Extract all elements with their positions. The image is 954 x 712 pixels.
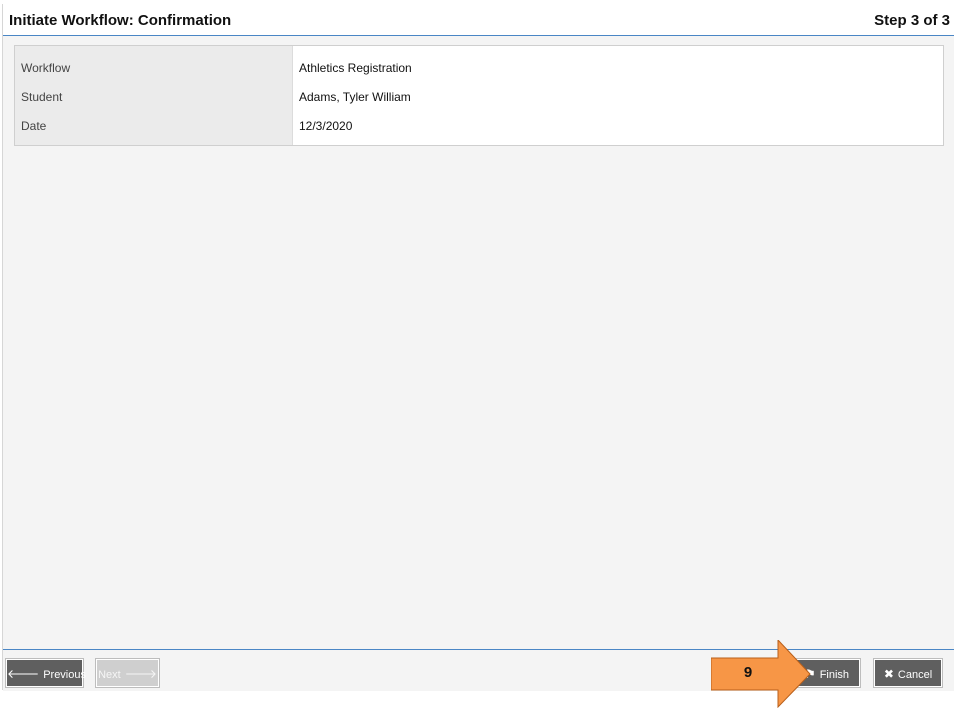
- callout-number: 9: [743, 664, 753, 681]
- page-title: Initiate Workflow: Confirmation: [9, 12, 232, 29]
- dialog-header: Initiate Workflow: Confirmation Step 3 o…: [3, 4, 954, 36]
- previous-button[interactable]: 🡐 Previous: [6, 659, 86, 687]
- workflow-value: Athletics Registration: [299, 61, 412, 75]
- step-indicator: Step 3 of 3: [874, 12, 950, 29]
- dialog-footer: 🡐Previous Next🡒 ⚑Finish ✖Cancel: [3, 649, 954, 691]
- workflow-label: Workflow: [21, 61, 71, 75]
- next-button-label: Next: [98, 669, 121, 681]
- workflow-dialog: Initiate Workflow: Confirmation Step 3 o…: [2, 4, 954, 691]
- confirmation-details: Workflow Athletics Registration Student …: [14, 45, 944, 146]
- cancel-button-label: Cancel: [897, 669, 933, 681]
- previous-button-label: Previous: [43, 669, 86, 681]
- student-value: Adams, Tyler William: [299, 90, 411, 104]
- arrow-left-icon: 🡐: [7, 667, 40, 681]
- finish-button-label: Finish: [819, 669, 850, 681]
- student-label: Student: [21, 90, 63, 104]
- x-icon: ✖: [883, 667, 894, 681]
- date-value: 12/3/2020: [299, 119, 353, 133]
- cancel-button[interactable]: ✖ Cancel: [874, 659, 942, 687]
- arrow-right-icon: 🡒: [124, 667, 157, 681]
- date-label: Date: [21, 119, 47, 133]
- next-button[interactable]: Next 🡒: [96, 659, 159, 687]
